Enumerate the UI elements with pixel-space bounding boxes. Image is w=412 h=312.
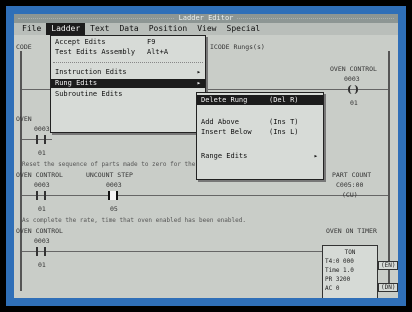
- rung-edits-label: Rung Edits: [55, 79, 98, 87]
- timer-time-base: Time 1.0: [325, 267, 354, 274]
- rung1-coil[interactable]: [348, 85, 358, 94]
- menubar: File Ladder Text Data Position View Spec…: [14, 23, 398, 35]
- rung3-addr-right: C005:00: [336, 181, 364, 189]
- rung3-bit2: 05: [110, 205, 118, 213]
- chevron-right-icon: ▸: [196, 68, 201, 76]
- rung4-bit: 01: [38, 261, 46, 269]
- timer-accum: AC 0: [325, 285, 340, 292]
- subroutine-edits-label: Subroutine Edits: [55, 90, 123, 98]
- ladder-menu-dropdown: Accept Edits F9 Test Edits Assembly Alt+…: [50, 35, 206, 133]
- rung3-label1: OVEN CONTROL: [16, 171, 63, 179]
- rung3-addr2: 0003: [106, 181, 122, 189]
- menu-rung-edits[interactable]: Rung Edits ▸: [51, 79, 205, 88]
- menu-add-above[interactable]: Add Above (Ins T): [197, 117, 323, 127]
- menu-test-edits[interactable]: Test Edits Assembly Alt+A: [51, 48, 205, 57]
- window-title: Ladder Editor: [174, 14, 238, 22]
- rung4-contact[interactable]: [36, 247, 46, 256]
- menu-position[interactable]: Position: [144, 23, 193, 35]
- rung3-wire: [22, 195, 388, 196]
- rung3-contact2-selected[interactable]: [108, 191, 118, 200]
- rung1-right-label: OVEN CONTROL: [330, 65, 377, 73]
- timer-title: OVEN ON TIMER: [326, 227, 377, 235]
- menu-separator: [53, 62, 203, 63]
- delete-rung-shortcut: (Del R): [269, 96, 299, 104]
- menu-text[interactable]: Text: [85, 23, 114, 35]
- rung3-label-right: PART COUNT: [332, 171, 372, 179]
- timer-dn-tag: (DN): [378, 283, 398, 292]
- menu-insert-below[interactable]: Insert Below (Ins L): [197, 127, 323, 137]
- timer-type: TON: [344, 249, 356, 256]
- rung3-contact1[interactable]: [36, 191, 46, 200]
- screen: Ladder Editor File Ladder Text Data Posi…: [14, 14, 398, 298]
- chevron-right-icon: ▸: [313, 152, 318, 160]
- rung1-right-bit: 01: [350, 99, 358, 107]
- window-titlebar: Ladder Editor: [14, 14, 398, 23]
- rung3-label2: UNCOUNT STEP: [86, 171, 133, 179]
- insert-below-label: Insert Below: [201, 128, 252, 136]
- rung2-addr: 0003: [34, 125, 50, 133]
- rung-comment-2: As complete the rate, time that oven ena…: [22, 217, 246, 224]
- insert-below-shortcut: (Ins L): [269, 128, 299, 136]
- right-power-rail: [388, 51, 390, 291]
- accept-edits-shortcut: F9: [147, 38, 156, 46]
- menu-instruction-edits[interactable]: Instruction Edits ▸: [51, 68, 205, 77]
- rung2-contact[interactable]: [36, 135, 46, 144]
- rung4-addr: 0003: [34, 237, 50, 245]
- menu-subroutine-edits[interactable]: Subroutine Edits ▸: [51, 90, 205, 99]
- menu-data[interactable]: Data: [114, 23, 143, 35]
- test-edits-shortcut: Alt+A: [147, 48, 169, 56]
- rung1-right-addr: 0003: [344, 75, 360, 83]
- rung2-bit: 01: [38, 149, 46, 157]
- range-edits-label: Range Edits: [201, 152, 248, 160]
- menu-ladder[interactable]: Ladder: [46, 23, 86, 35]
- menu-range-edits[interactable]: Range Edits ▸: [197, 151, 323, 161]
- delete-rung-label: Delete Rung: [201, 96, 248, 104]
- rung3-value-right: (CU): [342, 191, 358, 199]
- menu-accept-edits[interactable]: Accept Edits F9: [51, 38, 205, 47]
- partial-header: CODE: [16, 43, 32, 51]
- test-edits-label: Test Edits Assembly: [55, 48, 136, 56]
- menu-view[interactable]: View: [192, 23, 221, 35]
- add-above-label: Add Above: [201, 118, 239, 126]
- accept-edits-label: Accept Edits: [55, 38, 106, 46]
- add-above-shortcut: (Ins T): [269, 118, 299, 126]
- menu-file[interactable]: File: [17, 23, 46, 35]
- timer-preset: PR 3200: [325, 276, 351, 283]
- rung3-bit1: 01: [38, 205, 46, 213]
- timer-en-tag: (EN): [378, 261, 398, 270]
- menu-special[interactable]: Special: [222, 23, 266, 35]
- instruction-edits-label: Instruction Edits: [55, 68, 127, 76]
- rung4-wire: [22, 251, 322, 252]
- menu-delete-rung[interactable]: Delete Rung (Del R): [197, 95, 323, 105]
- rung2-label: OVEN: [16, 115, 32, 123]
- partial-header-2: ICODE Rungs(s): [210, 43, 265, 51]
- rung4-label: OVEN CONTROL: [16, 227, 63, 235]
- rung3-addr1: 0003: [34, 181, 50, 189]
- rung-edits-submenu: Delete Rung (Del R) Add Above (Ins T) In…: [196, 92, 324, 180]
- timer-address: T4:0 000: [325, 258, 354, 265]
- timer-instruction-box[interactable]: TON T4:0 000 Time 1.0 PR 3200 AC 0: [322, 245, 378, 298]
- chevron-right-icon: ▸: [196, 79, 201, 87]
